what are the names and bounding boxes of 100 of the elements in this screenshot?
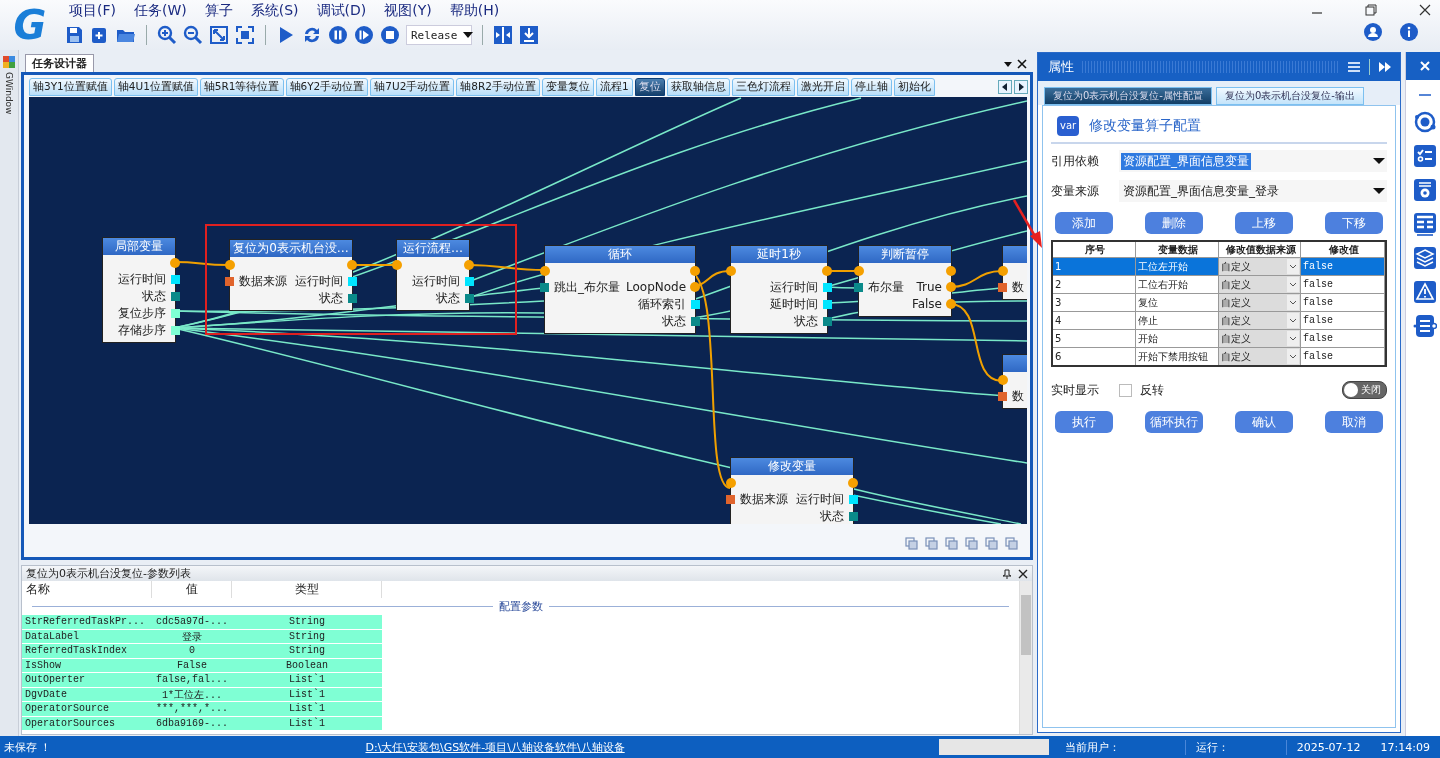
source-combo[interactable]: 自定义 <box>1219 258 1301 275</box>
table-row[interactable]: 5 开始 自定义 false <box>1053 329 1385 347</box>
node-title: 延时1秒 <box>731 246 827 263</box>
port-label: 状态 <box>820 508 844 524</box>
app-logo: G <box>13 3 47 47</box>
parameter-row[interactable]: ReferredTaskIndex 0 String <box>22 644 382 658</box>
action-button[interactable]: 取消 <box>1325 411 1383 433</box>
port-label: 运行时间 <box>796 491 844 508</box>
flow-canvas[interactable]: 局部变量 运行时间 状态 复位步序 存储步序 复位为0表示机台没… 数据来源 运行时间 状态 运行流程… 运行时间 状态 循环 跳出_布尔量 LoopNode 循环索引 状态 延时1秒 运行时间 延时时间 状态 判断暂停 布尔量 True False 数 数 修改变量 数据来源 运行时间 状态 <box>29 97 1027 524</box>
port-label: 数 <box>1012 388 1024 405</box>
action-button[interactable]: 确认 <box>1235 411 1293 433</box>
panel-tab[interactable]: 复位为0表示机台没复位-属性配置 <box>1044 87 1212 105</box>
menu-item[interactable]: 任务(W) <box>125 2 196 20</box>
menu-item[interactable]: 项目(F) <box>60 2 125 20</box>
action-button[interactable]: 执行 <box>1055 411 1113 433</box>
parameter-row[interactable]: IsShow False Boolean <box>22 658 382 672</box>
menu-item[interactable]: 帮助(H) <box>440 2 509 20</box>
status-date: 2025-07-12 <box>1295 740 1362 754</box>
flow-tab[interactable]: 获取轴信息 <box>666 77 730 96</box>
source-combo[interactable]: 自定义 <box>1219 276 1301 293</box>
dropdown[interactable]: 资源配置_界面信息变量_登录 <box>1119 180 1387 202</box>
table-row[interactable]: 6 开始下禁用按钮 自定义 false <box>1053 347 1385 365</box>
source-combo[interactable]: 自定义 <box>1219 348 1301 365</box>
side-tab[interactable]: GWindow <box>4 72 14 115</box>
section-title: 修改变量算子配置 <box>1089 117 1202 135</box>
action-button[interactable]: 上移 <box>1235 212 1293 234</box>
dropdown[interactable]: 资源配置_界面信息变量 <box>1119 150 1387 172</box>
port-label: 运行时间 <box>295 273 343 290</box>
document-tab[interactable]: 任务设计器 <box>25 54 94 72</box>
flow-tab[interactable]: 轴5R1等待位置 <box>199 77 284 96</box>
flow-tab[interactable]: 变量复位 <box>542 77 594 96</box>
port-label: 状态 <box>436 290 460 307</box>
flow-tab[interactable]: 复位 <box>634 77 665 96</box>
status-time: 17:14:09 <box>1379 740 1431 754</box>
port-label: 布尔量 <box>868 279 904 296</box>
dropdown-value: 资源配置_界面信息变量_登录 <box>1122 182 1280 200</box>
action-button[interactable]: 删除 <box>1145 212 1203 234</box>
node-title: 运行流程… <box>397 240 469 257</box>
port-label: 数据来源 <box>239 273 287 290</box>
menu-item[interactable]: 视图(Y) <box>375 2 441 20</box>
project-path-link[interactable]: D:\大任\安装包\GS软件-项目\八轴设备软件\八轴设备 <box>365 739 625 755</box>
table-row[interactable]: 1 工位左开始 自定义 false <box>1053 257 1385 275</box>
table-row[interactable]: 2 工位右开始 自定义 false <box>1053 275 1385 293</box>
node-title: 判断暂停 <box>859 246 951 263</box>
node-title: 修改变量 <box>731 458 853 475</box>
flow-tab[interactable]: 轴7U2手动位置 <box>370 77 455 96</box>
flow-tab[interactable]: 轴3Y1位置赋值 <box>29 77 112 96</box>
flow-tab[interactable]: 轴4U1位置赋值 <box>113 77 198 96</box>
port-label: 运行时间 <box>118 271 166 288</box>
port-label: 状态 <box>794 313 818 330</box>
port-label: True <box>916 279 942 296</box>
menu-item[interactable]: 算子 <box>195 2 242 20</box>
flow-tab[interactable]: 流程1 <box>596 77 633 96</box>
action-button[interactable]: 循环执行 <box>1145 411 1203 433</box>
build-config-dropdown[interactable]: Release <box>406 25 472 45</box>
menu-item[interactable]: 调试(D) <box>307 2 376 20</box>
parameter-row[interactable]: DataLabel 登录 String <box>22 629 382 643</box>
panel-title: 属性 <box>1048 58 1074 76</box>
port-label: 运行时间 <box>770 279 818 296</box>
table-row[interactable]: 4 停止 自定义 false <box>1053 311 1385 329</box>
flow-tab[interactable]: 初始化 <box>893 77 935 96</box>
port-label: 状态 <box>319 290 343 307</box>
source-combo[interactable]: 自定义 <box>1219 294 1301 311</box>
table-row[interactable]: 3 复位 自定义 false <box>1053 293 1385 311</box>
node-title: 复位为0表示机台没… <box>230 240 352 257</box>
group-header: 配置参数 <box>498 598 543 614</box>
column-header: 名称 <box>22 581 152 598</box>
option-label: 实时显示 <box>1051 381 1099 399</box>
parameter-row[interactable]: StrReferredTaskPr... cdc5a97d-... String <box>22 615 382 629</box>
port-label: 复位步序 <box>118 305 166 322</box>
panel-title: 复位为0表示机台没复位-参数列表 <box>26 566 191 581</box>
flow-tab[interactable]: 激光开启 <box>796 77 849 96</box>
port-label: False <box>911 296 942 313</box>
menu-item[interactable]: 系统(S) <box>241 2 308 20</box>
current-user-label: 当前用户： <box>1054 739 1186 755</box>
action-button[interactable]: 添加 <box>1055 212 1113 234</box>
port-label: 循环索引 <box>638 296 686 313</box>
node-title: 循环 <box>545 246 695 263</box>
flow-tab[interactable]: 三色灯流程 <box>731 77 795 96</box>
toggle-switch[interactable]: 关闭 <box>1342 381 1387 399</box>
variable-icon: var <box>1057 116 1080 136</box>
field-label: 变量来源 <box>1051 182 1100 200</box>
flow-tab[interactable]: 轴6Y2手动位置 <box>285 77 369 96</box>
port-label: 存储步序 <box>118 322 166 339</box>
source-combo[interactable]: 自定义 <box>1219 330 1301 347</box>
parameter-row[interactable]: DgvDate 1*工位左... List`1 <box>22 687 382 701</box>
parameter-row[interactable]: OutOperter false,fal... List`1 <box>22 673 382 687</box>
port-label: 数 <box>1012 279 1024 296</box>
port-label: LoopNode <box>626 279 687 296</box>
source-combo[interactable]: 自定义 <box>1219 312 1301 329</box>
flow-tab[interactable]: 轴8R2手动位置 <box>456 77 540 96</box>
action-button[interactable]: 下移 <box>1325 212 1383 234</box>
parameter-row[interactable]: OperatorSource ***,***,*... List`1 <box>22 702 382 716</box>
flow-tab[interactable]: 停止轴 <box>850 77 892 96</box>
port-label: 状态 <box>142 288 166 305</box>
panel-tab[interactable]: 复位为0表示机台没复位-输出 <box>1216 87 1364 105</box>
checkbox-label: 反转 <box>1140 381 1164 399</box>
parameter-row[interactable]: OperatorSources 6dba9169-... List`1 <box>22 716 382 730</box>
dropdown-value: 资源配置_界面信息变量 <box>1121 152 1251 170</box>
run-status-label: 运行： <box>1185 739 1287 755</box>
